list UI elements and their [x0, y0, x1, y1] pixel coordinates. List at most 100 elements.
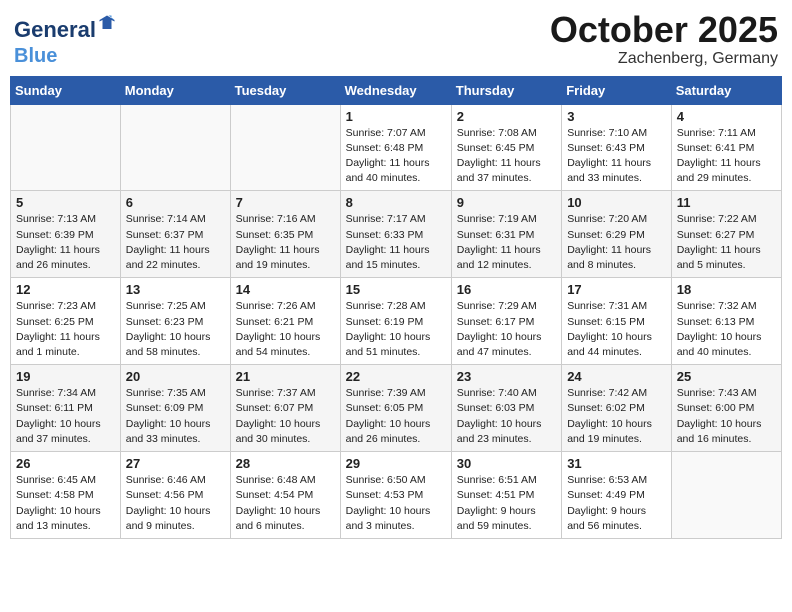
calendar-cell: 24Sunrise: 7:42 AM Sunset: 6:02 PM Dayli… — [562, 365, 672, 452]
day-number: 2 — [457, 109, 556, 124]
day-number: 29 — [346, 456, 446, 471]
day-info: Sunrise: 6:53 AM Sunset: 4:49 PM Dayligh… — [567, 473, 666, 534]
month-title: October 2025 — [550, 10, 778, 50]
weekday-header-tuesday: Tuesday — [230, 76, 340, 104]
day-number: 27 — [126, 456, 225, 471]
day-number: 16 — [457, 282, 556, 297]
day-number: 31 — [567, 456, 666, 471]
calendar-cell — [671, 452, 781, 539]
weekday-header-saturday: Saturday — [671, 76, 781, 104]
day-number: 8 — [346, 195, 446, 210]
day-info: Sunrise: 7:20 AM Sunset: 6:29 PM Dayligh… — [567, 212, 666, 273]
calendar-cell: 30 Sunrise: 6:51 AM Sunset: 4:51 PM Dayli… — [451, 452, 561, 539]
day-info: Sunrise: 7:07 AM Sunset: 6:48 PM Dayligh… — [346, 126, 446, 187]
calendar-cell: 12Sunrise: 7:23 AM Sunset: 6:25 PM Dayli… — [11, 278, 121, 365]
day-number: 22 — [346, 369, 446, 384]
calendar-cell: 1 Sunrise: 7:07 AM Sunset: 6:48 PM Daylig… — [340, 104, 451, 191]
day-number: 14 — [236, 282, 335, 297]
day-info: Sunrise: 6:48 AM Sunset: 4:54 PM Dayligh… — [236, 473, 335, 534]
calendar-week-row: 12Sunrise: 7:23 AM Sunset: 6:25 PM Dayli… — [11, 278, 782, 365]
calendar-cell: 11 Sunrise: 7:22 AM Sunset: 6:27 PM Dayli… — [671, 191, 781, 278]
calendar-week-row: 1 Sunrise: 7:07 AM Sunset: 6:48 PM Daylig… — [11, 104, 782, 191]
calendar-cell: 4Sunrise: 7:11 AM Sunset: 6:41 PM Daylig… — [671, 104, 781, 191]
calendar-cell: 16 Sunrise: 7:29 AM Sunset: 6:17 PM Dayli… — [451, 278, 561, 365]
day-number: 25 — [677, 369, 776, 384]
calendar-cell — [230, 104, 340, 191]
day-number: 15 — [346, 282, 446, 297]
calendar-cell: 27 Sunrise: 6:46 AM Sunset: 4:56 PM Dayli… — [120, 452, 230, 539]
calendar-cell — [120, 104, 230, 191]
calendar-cell: 10Sunrise: 7:20 AM Sunset: 6:29 PM Dayli… — [562, 191, 672, 278]
day-info: Sunrise: 7:31 AM Sunset: 6:15 PM Dayligh… — [567, 299, 666, 360]
day-info: Sunrise: 6:51 AM Sunset: 4:51 PM Dayligh… — [457, 473, 556, 534]
day-info: Sunrise: 7:43 AM Sunset: 6:00 PM Dayligh… — [677, 386, 776, 447]
calendar-cell: 14Sunrise: 7:26 AM Sunset: 6:21 PM Dayli… — [230, 278, 340, 365]
day-info: Sunrise: 7:40 AM Sunset: 6:03 PM Dayligh… — [457, 386, 556, 447]
calendar-cell: 2 Sunrise: 7:08 AM Sunset: 6:45 PM Daylig… — [451, 104, 561, 191]
day-info: Sunrise: 7:19 AM Sunset: 6:31 PM Dayligh… — [457, 212, 556, 273]
day-info: Sunrise: 7:37 AM Sunset: 6:07 PM Dayligh… — [236, 386, 335, 447]
calendar-cell: 29 Sunrise: 6:50 AM Sunset: 4:53 PM Dayli… — [340, 452, 451, 539]
calendar-cell: 3 Sunrise: 7:10 AM Sunset: 6:43 PM Daylig… — [562, 104, 672, 191]
calendar-cell: 6Sunrise: 7:14 AM Sunset: 6:37 PM Daylig… — [120, 191, 230, 278]
day-info: Sunrise: 7:34 AM Sunset: 6:11 PM Dayligh… — [16, 386, 115, 447]
calendar-cell: 17Sunrise: 7:31 AM Sunset: 6:15 PM Dayli… — [562, 278, 672, 365]
day-number: 11 — [677, 195, 776, 210]
day-info: Sunrise: 7:39 AM Sunset: 6:05 PM Dayligh… — [346, 386, 446, 447]
logo: General Blue — [14, 14, 116, 67]
day-info: Sunrise: 7:22 AM Sunset: 6:27 PM Dayligh… — [677, 212, 776, 273]
day-info: Sunrise: 7:08 AM Sunset: 6:45 PM Dayligh… — [457, 126, 556, 187]
day-number: 1 — [346, 109, 446, 124]
logo-text-blue: Blue — [14, 45, 57, 67]
day-info: Sunrise: 7:32 AM Sunset: 6:13 PM Dayligh… — [677, 299, 776, 360]
day-number: 24 — [567, 369, 666, 384]
calendar-cell: 7 Sunrise: 7:16 AM Sunset: 6:35 PM Daylig… — [230, 191, 340, 278]
day-number: 4 — [677, 109, 776, 124]
calendar-cell: 15 Sunrise: 7:28 AM Sunset: 6:19 PM Dayli… — [340, 278, 451, 365]
calendar-week-row: 5 Sunrise: 7:13 AM Sunset: 6:39 PM Daylig… — [11, 191, 782, 278]
calendar-cell: 9 Sunrise: 7:19 AM Sunset: 6:31 PM Daylig… — [451, 191, 561, 278]
calendar-week-row: 26Sunrise: 6:45 AM Sunset: 4:58 PM Dayli… — [11, 452, 782, 539]
calendar-week-row: 19 Sunrise: 7:34 AM Sunset: 6:11 PM Dayli… — [11, 365, 782, 452]
weekday-header-friday: Friday — [562, 76, 672, 104]
calendar-cell: 22 Sunrise: 7:39 AM Sunset: 6:05 PM Dayli… — [340, 365, 451, 452]
day-number: 19 — [16, 369, 115, 384]
calendar-cell: 25 Sunrise: 7:43 AM Sunset: 6:00 PM Dayli… — [671, 365, 781, 452]
day-number: 3 — [567, 109, 666, 124]
day-number: 21 — [236, 369, 335, 384]
day-number: 5 — [16, 195, 115, 210]
calendar-cell: 28 Sunrise: 6:48 AM Sunset: 4:54 PM Dayli… — [230, 452, 340, 539]
day-number: 13 — [126, 282, 225, 297]
day-info: Sunrise: 7:16 AM Sunset: 6:35 PM Dayligh… — [236, 212, 335, 273]
day-number: 18 — [677, 282, 776, 297]
day-info: Sunrise: 7:10 AM Sunset: 6:43 PM Dayligh… — [567, 126, 666, 187]
day-number: 28 — [236, 456, 335, 471]
day-info: Sunrise: 7:14 AM Sunset: 6:37 PM Dayligh… — [126, 212, 225, 273]
day-info: Sunrise: 7:28 AM Sunset: 6:19 PM Dayligh… — [346, 299, 446, 360]
day-number: 7 — [236, 195, 335, 210]
calendar-cell: 26Sunrise: 6:45 AM Sunset: 4:58 PM Dayli… — [11, 452, 121, 539]
day-info: Sunrise: 7:13 AM Sunset: 6:39 PM Dayligh… — [16, 212, 115, 273]
calendar-cell: 5 Sunrise: 7:13 AM Sunset: 6:39 PM Daylig… — [11, 191, 121, 278]
day-info: Sunrise: 7:25 AM Sunset: 6:23 PM Dayligh… — [126, 299, 225, 360]
day-number: 30 — [457, 456, 556, 471]
page-header: General Blue October 2025 Zachenberg, Ge… — [10, 10, 782, 68]
logo-text-general: General — [14, 19, 96, 41]
day-info: Sunrise: 7:29 AM Sunset: 6:17 PM Dayligh… — [457, 299, 556, 360]
day-info: Sunrise: 6:46 AM Sunset: 4:56 PM Dayligh… — [126, 473, 225, 534]
calendar-table: SundayMondayTuesdayWednesdayThursdayFrid… — [10, 76, 782, 539]
weekday-header-thursday: Thursday — [451, 76, 561, 104]
day-number: 26 — [16, 456, 115, 471]
weekday-header-wednesday: Wednesday — [340, 76, 451, 104]
day-info: Sunrise: 7:23 AM Sunset: 6:25 PM Dayligh… — [16, 299, 115, 360]
day-info: Sunrise: 6:50 AM Sunset: 4:53 PM Dayligh… — [346, 473, 446, 534]
day-number: 20 — [126, 369, 225, 384]
day-number: 9 — [457, 195, 556, 210]
calendar-cell: 21 Sunrise: 7:37 AM Sunset: 6:07 PM Dayli… — [230, 365, 340, 452]
title-section: October 2025 Zachenberg, Germany — [550, 10, 778, 68]
calendar-cell: 20 Sunrise: 7:35 AM Sunset: 6:09 PM Dayli… — [120, 365, 230, 452]
weekday-header-row: SundayMondayTuesdayWednesdayThursdayFrid… — [11, 76, 782, 104]
day-info: Sunrise: 7:35 AM Sunset: 6:09 PM Dayligh… — [126, 386, 225, 447]
location: Zachenberg, Germany — [550, 50, 778, 68]
calendar-cell: 13 Sunrise: 7:25 AM Sunset: 6:23 PM Dayli… — [120, 278, 230, 365]
